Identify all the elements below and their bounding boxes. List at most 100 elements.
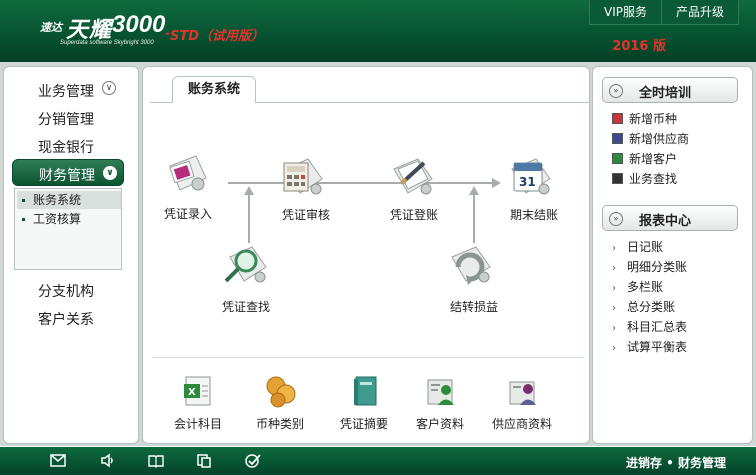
voucher-entry-button[interactable]: 凭证录入 <box>162 152 218 222</box>
section-divider <box>152 357 584 358</box>
bullet-icon <box>22 218 25 221</box>
voucher-summary-label: 凭证摘要 <box>340 417 389 431</box>
training-header[interactable]: » 全时培训 <box>602 77 738 103</box>
bullet-icon <box>22 199 25 202</box>
submenu-item-payroll[interactable]: 工资核算 <box>17 210 121 228</box>
chevron-right-icon: › <box>612 283 616 294</box>
report-item-label: 科目汇总表 <box>627 320 688 334</box>
sound-icon[interactable] <box>100 453 116 468</box>
submenu-item-label: 工资核算 <box>33 212 82 226</box>
finance-submenu: 账务系统 工资核算 <box>14 188 122 270</box>
voucher-entry-icon <box>169 155 207 191</box>
training-title: 全时培训 <box>639 86 692 101</box>
period-close-label: 期末结账 <box>510 208 559 222</box>
account-subjects-button[interactable]: X 会计科目 <box>172 374 228 432</box>
training-item-label: 新增供应商 <box>629 132 690 146</box>
submenu-item-accounting[interactable]: 账务系统 <box>17 191 121 209</box>
training-item-business-search[interactable]: 业务查找 <box>612 170 677 187</box>
vip-service-link[interactable]: VIP服务 <box>589 0 661 24</box>
calendar-day: 31 <box>519 175 536 189</box>
chevron-right-icon: › <box>612 303 616 314</box>
supplier-info-button[interactable]: 供应商资料 <box>492 374 558 432</box>
training-item-new-currency[interactable]: 新增币种 <box>612 110 677 127</box>
currency-types-button[interactable]: 币种类别 <box>254 374 310 432</box>
chevron-down-icon: ∨ <box>103 166 117 180</box>
chevron-right-icon: › <box>612 263 616 274</box>
header: 速达 天耀 3000 Superdata software Skybright … <box>0 0 756 62</box>
chevron-right-icon: › <box>612 343 616 354</box>
customer-info-button[interactable]: 客户资料 <box>414 374 470 432</box>
book-icon <box>612 173 623 184</box>
book-icon <box>612 113 623 124</box>
sidebar-item-label: 财务管理 <box>39 168 95 184</box>
chevron-right-icon: › <box>612 323 616 334</box>
report-item-label: 明细分类账 <box>627 260 688 274</box>
flow-arrow-line <box>228 182 494 184</box>
spreadsheet-icon: X <box>184 376 211 406</box>
report-item-trial-balance[interactable]: › 试算平衡表 <box>612 338 687 355</box>
sidebar-item-branches[interactable]: 分支机构 <box>38 281 94 301</box>
coins-icon <box>266 376 296 408</box>
svg-text:X: X <box>188 387 196 398</box>
footer-product-text: 进销存 • 财务管理 <box>625 456 726 470</box>
voucher-search-label: 凭证查找 <box>222 300 271 314</box>
copy-icon[interactable] <box>196 453 212 468</box>
sidebar-item-business[interactable]: 业务管理 <box>38 81 94 101</box>
sidebar-item-crm[interactable]: 客户关系 <box>38 309 94 329</box>
training-item-label: 新增客户 <box>629 152 678 166</box>
edition-label: STD（试用版） <box>170 29 265 44</box>
voucher-search-button[interactable]: 凭证查找 <box>220 243 276 314</box>
supplier-info-label: 供应商资料 <box>492 417 553 431</box>
report-item-subledger[interactable]: › 明细分类账 <box>612 258 687 275</box>
submenu-item-label: 账务系统 <box>33 193 82 207</box>
report-item-label: 试算平衡表 <box>627 340 688 354</box>
mail-icon[interactable] <box>50 453 66 468</box>
profit-loss-transfer-button[interactable]: 结转损益 <box>446 243 502 314</box>
chevron-down-icon[interactable]: ∨ <box>102 81 116 95</box>
sidebar-item-finance[interactable]: 财务管理 ∨ <box>12 159 124 186</box>
calendar-icon: 31 <box>511 158 551 195</box>
sidebar-item-cash-bank[interactable]: 现金银行 <box>38 137 94 157</box>
voucher-review-button[interactable]: 凭证审核 <box>278 155 334 225</box>
app-window: 速达 天耀 3000 Superdata software Skybright … <box>0 0 756 475</box>
double-chevron-icon: » <box>609 212 623 226</box>
flow-arrow-line <box>473 193 475 243</box>
report-center-title: 报表中心 <box>639 214 692 229</box>
report-item-label: 总分类账 <box>627 300 676 314</box>
training-item-label: 业务查找 <box>629 172 678 186</box>
logo-version: 3000 <box>112 11 166 38</box>
account-subjects-label: 会计科目 <box>174 417 223 431</box>
report-item-journal[interactable]: › 日记账 <box>612 238 663 255</box>
flow-arrow-line <box>248 193 250 243</box>
book-icon[interactable] <box>148 453 164 468</box>
product-upgrade-link[interactable]: 产品升级 <box>660 0 738 24</box>
book-icon <box>612 153 623 164</box>
voucher-entry-label: 凭证录入 <box>164 207 213 221</box>
voucher-summary-button[interactable]: 凭证摘要 <box>338 374 394 432</box>
report-item-general-ledger[interactable]: › 总分类账 <box>612 298 675 315</box>
report-item-account-summary[interactable]: › 科目汇总表 <box>612 318 687 335</box>
top-links: VIP服务 产品升级 <box>588 0 739 25</box>
tab-accounting-system[interactable]: 账务系统 <box>172 76 256 103</box>
sidebar-item-distribution[interactable]: 分销管理 <box>38 109 94 129</box>
chevron-right-icon: › <box>612 243 616 254</box>
check-icon[interactable] <box>245 453 261 468</box>
training-item-new-customer[interactable]: 新增客户 <box>612 150 677 167</box>
customer-info-label: 客户资料 <box>416 417 465 431</box>
report-item-label: 日记账 <box>627 240 664 254</box>
double-chevron-icon: » <box>609 84 623 98</box>
logo-subtitle: Superdata software Skybright 3000 <box>60 40 154 46</box>
report-item-multi-column[interactable]: › 多栏账 <box>612 278 663 295</box>
training-item-new-supplier[interactable]: 新增供应商 <box>612 130 689 147</box>
currency-types-label: 币种类别 <box>256 417 305 431</box>
flow-arrow-head <box>244 186 254 195</box>
pen-paper-icon <box>393 158 433 195</box>
flow-arrow-head <box>469 186 479 195</box>
footer-bar: 进销存 • 财务管理 <box>0 447 756 475</box>
logo-small-text: 速达 <box>40 21 62 34</box>
period-close-button[interactable]: 31 期末结账 <box>506 155 562 225</box>
voucher-posting-label: 凭证登账 <box>390 208 439 222</box>
report-center-header[interactable]: » 报表中心 <box>602 205 738 231</box>
voucher-posting-button[interactable]: 凭证登账 <box>388 155 444 225</box>
profit-loss-transfer-label: 结转损益 <box>450 300 499 314</box>
